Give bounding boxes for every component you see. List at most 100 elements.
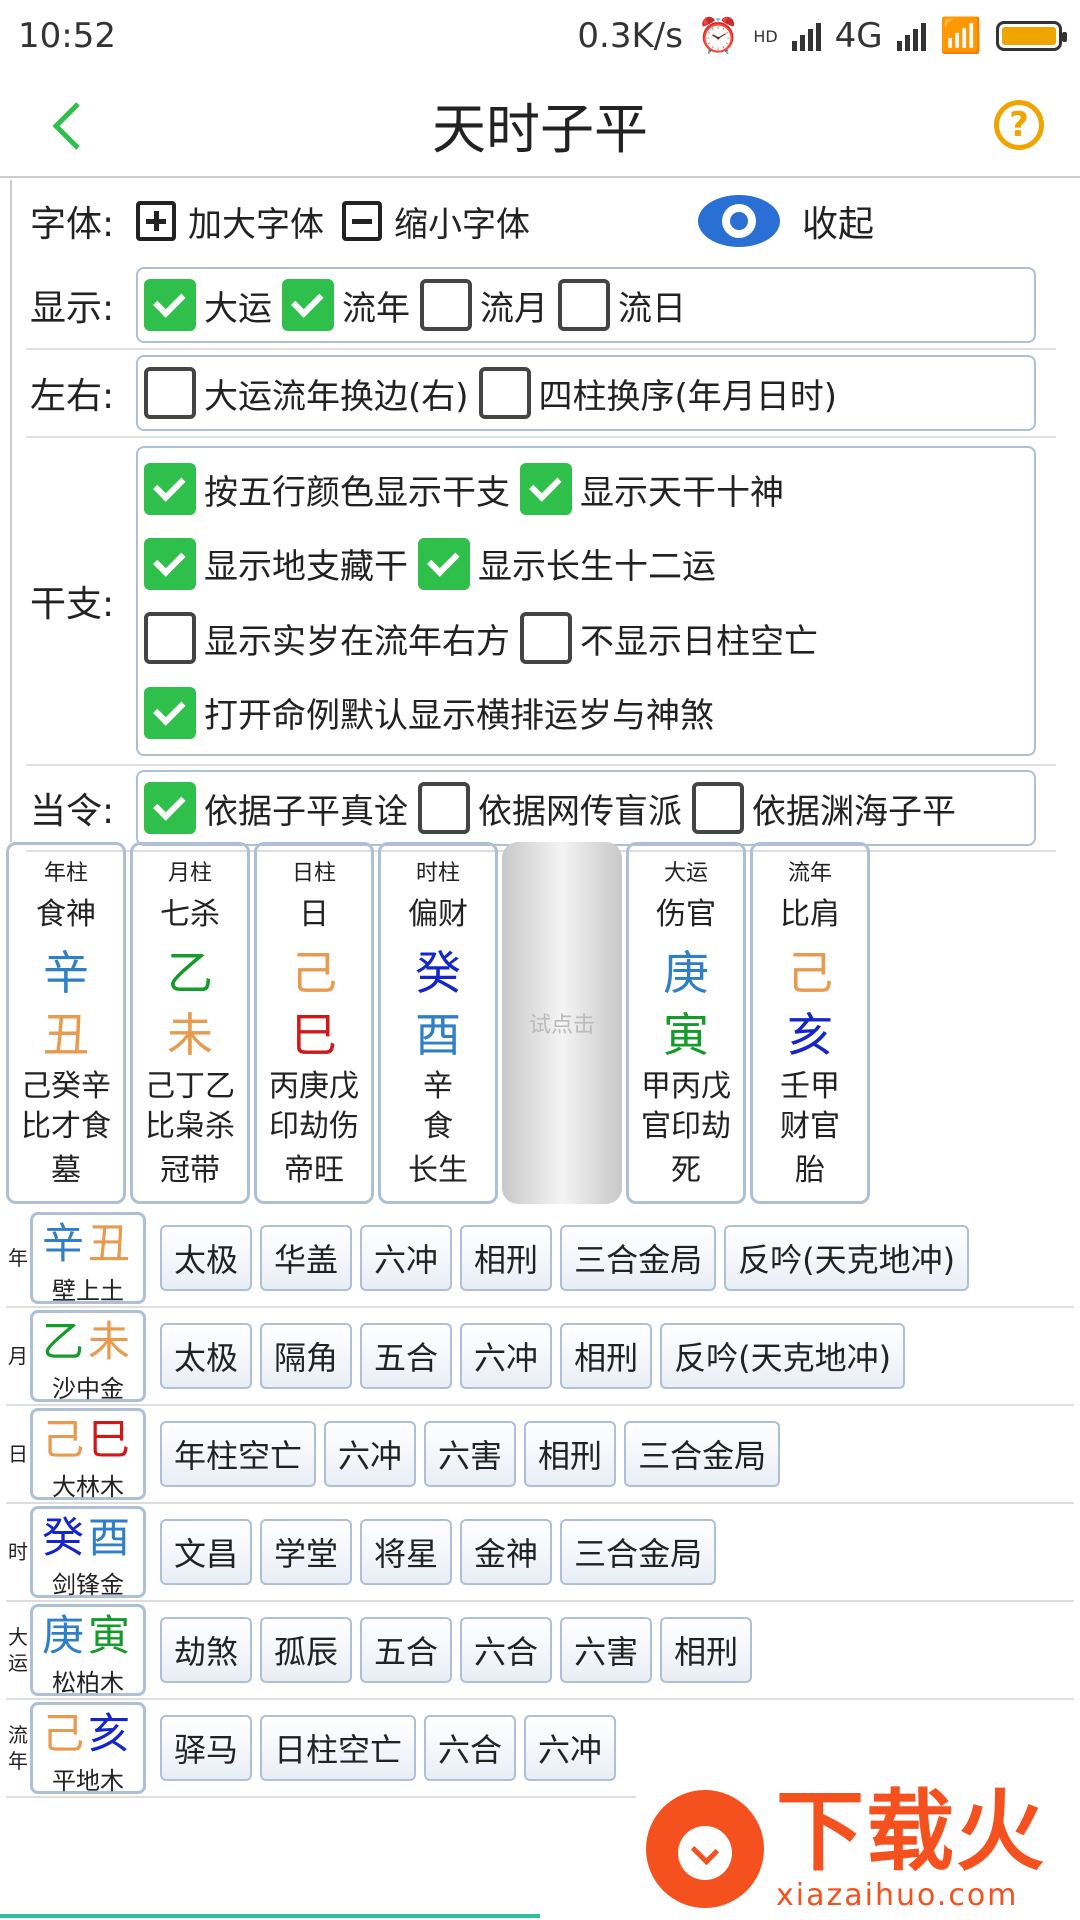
checkbox-hengpai[interactable]: 打开命例默认显示横排运岁与神煞 — [144, 686, 714, 739]
checkbox-liuri[interactable]: 流日 — [558, 279, 686, 331]
pillar-head: 时柱 — [415, 861, 460, 886]
help-icon[interactable]: ? — [994, 100, 1044, 150]
pillar-gan: 己 — [291, 946, 337, 1000]
relation-gan: 己 — [41, 1709, 88, 1758]
relation-tag[interactable]: 反吟(天克地冲) — [660, 1323, 906, 1389]
relation-tag[interactable]: 日柱空亡 — [260, 1715, 417, 1781]
lr-label: 左右: — [30, 376, 115, 417]
relation-tag[interactable]: 相刑 — [524, 1421, 617, 1487]
relation-side-label: 大运 — [8, 1625, 28, 1675]
network-speed: 0.3K/s — [577, 16, 683, 56]
unchecked-box — [520, 612, 572, 665]
relation-zhi: 巳 — [88, 1415, 135, 1464]
relation-tag[interactable]: 学堂 — [260, 1519, 353, 1585]
pillar-zhi: 寅 — [663, 1008, 709, 1062]
pillar-canggan: 辛 — [423, 1069, 453, 1104]
checkbox-tiangan-shishen[interactable]: 显示天干十神 — [520, 463, 784, 516]
pillar-shishen: 日 — [299, 897, 329, 932]
relation-tag[interactable]: 六害 — [560, 1617, 653, 1683]
enlarge-font-button[interactable]: 加大字体 — [136, 197, 324, 246]
relation-tag[interactable]: 相刑 — [560, 1323, 653, 1389]
pillar-shishen: 偏财 — [408, 897, 468, 932]
relation-tag[interactable]: 相刑 — [660, 1617, 753, 1683]
relation-tag[interactable]: 六冲 — [324, 1421, 417, 1487]
relation-tag[interactable]: 三合金局 — [624, 1421, 781, 1487]
checkbox-liunian[interactable]: 流年 — [282, 279, 410, 331]
pillar-column[interactable]: 流年 比肩己亥壬甲 财官胎 — [750, 842, 870, 1204]
pillar-head: 年柱 — [43, 861, 88, 886]
relation-tag[interactable]: 太极 — [160, 1225, 253, 1291]
dl-row: 当令: 依据子平真诠 依据网传盲派 依据渊海子平 — [26, 766, 1056, 852]
relation-tag[interactable]: 六合 — [460, 1617, 553, 1683]
relation-tag[interactable]: 六合 — [424, 1715, 517, 1781]
relation-ganzhi[interactable]: 己巳 大林木 — [30, 1408, 146, 1501]
checkbox-mangpai[interactable]: 依据网传盲派 — [418, 782, 682, 834]
check-icon — [144, 782, 196, 834]
pillar-zhi: 亥 — [787, 1008, 833, 1062]
relation-tag[interactable]: 六冲 — [360, 1225, 453, 1291]
relation-tag[interactable]: 六冲 — [524, 1715, 617, 1781]
relation-ganzhi[interactable]: 乙未 沙中金 — [30, 1310, 146, 1403]
relation-tag[interactable]: 隔角 — [260, 1323, 353, 1389]
relation-tag[interactable]: 劫煞 — [160, 1617, 253, 1683]
checkbox-wuxing-color[interactable]: 按五行颜色显示干支 — [144, 463, 510, 516]
relation-tag[interactable]: 六冲 — [460, 1323, 553, 1389]
collapse-button[interactable]: 收起 — [698, 195, 874, 247]
checkbox-changsheng[interactable]: 显示长生十二运 — [418, 537, 716, 590]
relation-gan: 乙 — [41, 1317, 88, 1366]
relation-tag[interactable]: 反吟(天克地冲) — [724, 1225, 970, 1291]
pillar-canggan-shishen: 比才食 — [21, 1109, 111, 1144]
relation-nayin: 松柏木 — [52, 1669, 124, 1697]
back-arrow-icon[interactable] — [44, 98, 92, 154]
relation-tag[interactable]: 孤辰 — [260, 1617, 353, 1683]
unchecked-box — [420, 279, 472, 331]
checkbox-swap-order[interactable]: 四柱换序(年月日时) — [478, 367, 837, 419]
relation-tag[interactable]: 将星 — [360, 1519, 453, 1585]
relation-tag[interactable]: 文昌 — [160, 1519, 253, 1585]
relation-tag[interactable]: 华盖 — [260, 1225, 353, 1291]
checkbox-kongwang[interactable]: 不显示日柱空亡 — [520, 612, 818, 665]
checkbox-yuanhai[interactable]: 依据渊海子平 — [692, 782, 956, 834]
relation-tag[interactable]: 六害 — [424, 1421, 517, 1487]
check-icon — [144, 686, 196, 739]
pillar-changsheng: 墓 — [51, 1153, 81, 1188]
pillar-zhi: 巳 — [291, 1008, 337, 1062]
four-pillars: 年柱 食神辛丑己癸辛 比才食墓月柱 七杀乙未己丁乙 比枭杀 冠带 日柱日己巳丙庚戊 印劫伤 帝旺… — [6, 842, 502, 1208]
relation-tag[interactable]: 五合 — [360, 1617, 453, 1683]
pillar-column[interactable]: 时柱 偏财癸酉辛食长生 — [378, 842, 498, 1204]
relation-tag[interactable]: 相刑 — [460, 1225, 553, 1291]
pillar-column[interactable]: 月柱 七杀乙未己丁乙 比枭杀 冠带 — [130, 842, 250, 1204]
pillar-zhi: 丑 — [43, 1008, 89, 1062]
relation-row: 大运 庚寅 松柏木 劫煞 孤辰 五合 六合 六害 相刑 — [6, 1602, 1074, 1700]
relation-tag[interactable]: 太极 — [160, 1323, 253, 1389]
checkbox-dayun[interactable]: 大运 — [144, 279, 272, 331]
alarm-icon: ⏰ — [696, 16, 740, 56]
checkbox-liuyue[interactable]: 流月 — [420, 279, 548, 331]
pillar-column[interactable]: 年柱 食神辛丑己癸辛 比才食墓 — [6, 842, 126, 1204]
relation-nayin: 大林木 — [52, 1473, 124, 1501]
relation-tag[interactable]: 驿马 — [160, 1715, 253, 1781]
relation-ganzhi[interactable]: 辛丑 壁上土 — [30, 1212, 146, 1305]
relation-nayin: 平地木 — [52, 1767, 124, 1795]
relation-ganzhi[interactable]: 庚寅 松柏木 — [30, 1604, 146, 1697]
gz-options: 按五行颜色显示干支 显示天干十神 显示地支藏干 显示长生十二运 显示实岁在流年右… — [136, 446, 1036, 756]
pillar-column[interactable]: 日柱日己巳丙庚戊 印劫伤 帝旺 — [254, 842, 374, 1204]
relation-gan: 癸 — [41, 1513, 88, 1562]
relation-tag[interactable]: 三合金局 — [560, 1519, 717, 1585]
relation-tag[interactable]: 年柱空亡 — [160, 1421, 317, 1487]
relation-tag[interactable]: 三合金局 — [560, 1225, 717, 1291]
pillar-column[interactable]: 大运 伤官庚寅甲丙戊 官印劫死 — [626, 842, 746, 1204]
checkbox-dizhi-canggan[interactable]: 显示地支藏干 — [144, 537, 408, 590]
checkbox-zipingzhenquan[interactable]: 依据子平真诠 — [144, 782, 408, 834]
relation-tag[interactable]: 五合 — [360, 1323, 453, 1389]
relation-tag[interactable]: 金神 — [460, 1519, 553, 1585]
pillar-gan: 庚 — [663, 946, 709, 1000]
try-click-button[interactable]: 试点击 — [502, 842, 622, 1204]
checkbox-swap-side[interactable]: 大运流年换边(右) — [144, 367, 469, 419]
relation-zhi: 寅 — [88, 1611, 135, 1660]
relation-ganzhi[interactable]: 己亥 平地木 — [30, 1702, 146, 1795]
shrink-font-button[interactable]: 缩小字体 — [342, 197, 530, 246]
checkbox-shisui[interactable]: 显示实岁在流年右方 — [144, 612, 510, 665]
relation-ganzhi[interactable]: 癸酉 剑锋金 — [30, 1506, 146, 1599]
relation-side-label: 年 — [8, 1246, 28, 1270]
